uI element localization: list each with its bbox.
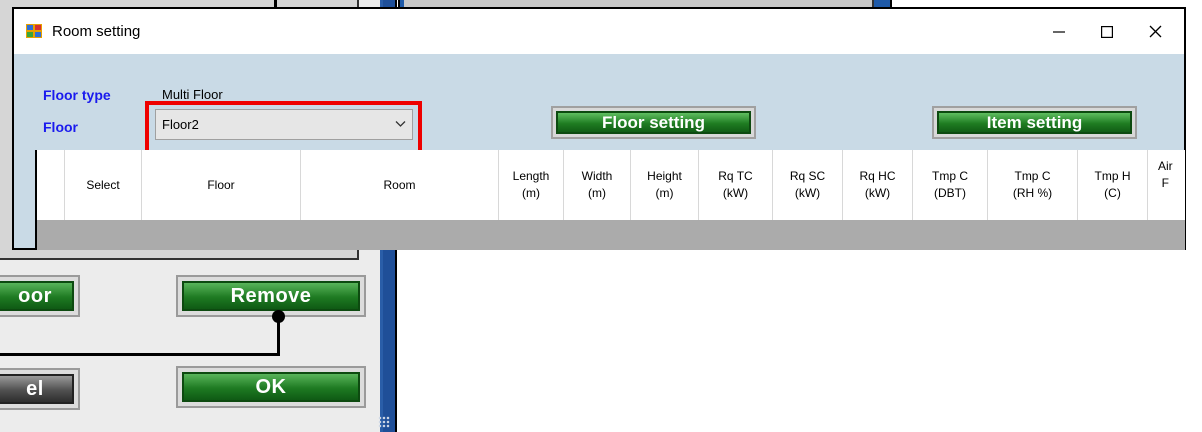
resize-grip-icon[interactable] bbox=[378, 416, 390, 428]
ok-button[interactable]: OK bbox=[176, 366, 366, 408]
floor-type-value: Multi Floor bbox=[162, 87, 223, 102]
grid-header-rq-sc[interactable]: Rq SC (kW) bbox=[773, 150, 843, 220]
cancel-button-label: el bbox=[0, 374, 74, 404]
ok-button-label: OK bbox=[182, 372, 360, 402]
room-grid[interactable]: Select Floor Room Length (m) Width (m) H… bbox=[35, 150, 1185, 250]
room-setting-dialog: Room setting Floor type Multi Floor Floo… bbox=[12, 7, 1186, 250]
floor-setting-button[interactable]: Floor setting bbox=[551, 106, 756, 139]
grid-header-length[interactable]: Length (m) bbox=[499, 150, 564, 220]
floor-label: Floor bbox=[43, 119, 78, 135]
grid-header-room[interactable]: Room bbox=[301, 150, 499, 220]
cancel-button[interactable]: el bbox=[0, 368, 80, 410]
close-icon[interactable] bbox=[1132, 9, 1178, 54]
dialog-content: Floor type Multi Floor Floor Floor2 Floo… bbox=[14, 54, 1185, 250]
grid-header-tmp-c-dbt[interactable]: Tmp C (DBT) bbox=[913, 150, 988, 220]
title-bar[interactable]: Room setting bbox=[14, 9, 1184, 54]
grid-border bbox=[35, 150, 37, 250]
minimize-icon[interactable] bbox=[1036, 9, 1082, 54]
chevron-down-icon bbox=[395, 121, 406, 127]
remove-button-label: Remove bbox=[182, 281, 360, 311]
grid-header-tmp-h[interactable]: Tmp H (C) bbox=[1078, 150, 1148, 220]
grid-header-row-selector bbox=[35, 150, 65, 220]
floor-select-value: Floor2 bbox=[162, 117, 199, 132]
callout-line-bottom-horizontal bbox=[0, 353, 280, 356]
remove-button[interactable]: Remove bbox=[176, 275, 366, 317]
floor-setting-button-label: Floor setting bbox=[556, 111, 751, 134]
grid-header-rq-tc[interactable]: Rq TC (kW) bbox=[699, 150, 773, 220]
grid-empty-area bbox=[35, 220, 1185, 250]
maximize-icon[interactable] bbox=[1084, 9, 1130, 54]
grid-header-rq-hc[interactable]: Rq HC (kW) bbox=[843, 150, 913, 220]
item-setting-button[interactable]: Item setting bbox=[932, 106, 1137, 139]
floor-select[interactable]: Floor2 bbox=[155, 109, 413, 140]
add-floor-button-label: oor bbox=[0, 281, 74, 311]
grid-header-width[interactable]: Width (m) bbox=[564, 150, 631, 220]
grid-header-air[interactable]: Air F bbox=[1148, 150, 1185, 220]
add-floor-button[interactable]: oor bbox=[0, 275, 80, 317]
item-setting-button-label: Item setting bbox=[937, 111, 1132, 134]
grid-header-row: Select Floor Room Length (m) Width (m) H… bbox=[35, 150, 1185, 221]
grid-header-tmp-c-rh[interactable]: Tmp C (RH %) bbox=[988, 150, 1078, 220]
grid-header-height[interactable]: Height (m) bbox=[631, 150, 699, 220]
grid-header-floor[interactable]: Floor bbox=[142, 150, 301, 220]
floor-type-label: Floor type bbox=[43, 87, 111, 103]
dialog-title: Room setting bbox=[52, 23, 141, 40]
app-icon bbox=[26, 24, 42, 38]
callout-dot-bottom bbox=[272, 310, 285, 323]
grid-header-select[interactable]: Select bbox=[65, 150, 142, 220]
